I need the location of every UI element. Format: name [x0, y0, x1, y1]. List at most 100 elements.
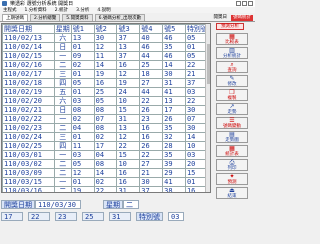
tab-overview[interactable]: 2.分析總覽 [30, 14, 61, 21]
cell-number[interactable]: 32 [162, 132, 186, 142]
cell-number[interactable]: 07 [93, 114, 118, 124]
cell-weekday[interactable]: 一 [53, 150, 72, 160]
detail-number-1[interactable]: 17 [1, 212, 23, 221]
tab-last-numbers[interactable]: 上期號碼 [2, 14, 28, 21]
cell-number[interactable]: 02 [70, 60, 95, 70]
cell-number[interactable]: 35 [162, 123, 186, 133]
menu-item-main[interactable]: 主程式 [3, 7, 17, 13]
cell-date[interactable]: 110/02/15 [2, 51, 55, 61]
cell-number[interactable]: 13 [162, 96, 186, 106]
cell-date[interactable]: 110/02/13 [2, 33, 55, 43]
table-row[interactable]: 110/02/16 二 02 14 16 25 14 22 [2, 60, 210, 70]
cell-number[interactable]: 29 [162, 168, 186, 178]
menu-item-analysis[interactable]: 3.分析 [76, 7, 89, 13]
cell-date[interactable]: 110/02/25 [2, 141, 55, 151]
cell-number[interactable]: 21 [139, 168, 164, 178]
cell-number[interactable]: 13 [116, 42, 141, 52]
table-row[interactable]: 110/02/17 三 01 19 12 18 30 21 [2, 69, 210, 79]
detail-number-5[interactable]: 31 [109, 212, 131, 221]
cell-date[interactable]: 110/02/18 [2, 78, 55, 88]
cell-weekday[interactable]: 四 [53, 141, 72, 151]
cell-date[interactable]: 110/02/14 [2, 42, 55, 52]
table-row[interactable]: 110/02/15 一 09 11 37 44 46 05 [2, 51, 210, 61]
table-row[interactable]: 110/02/22 一 02 07 31 23 26 07 [2, 114, 210, 124]
cell-number[interactable]: 15 [116, 105, 141, 115]
cell-number[interactable]: 37 [116, 51, 141, 61]
side-button-3[interactable]: ✎ 修改 [216, 75, 248, 87]
cell-number[interactable]: 25 [139, 60, 164, 70]
cell-number[interactable]: 08 [93, 105, 118, 115]
table-row[interactable]: 110/02/19 五 01 25 24 44 41 03 [2, 87, 210, 97]
col-header-n2[interactable]: 號2 [93, 24, 118, 34]
cell-number[interactable]: 19 [116, 78, 141, 88]
cell-number[interactable]: 05 [70, 78, 95, 88]
draw-history-grid[interactable]: 開獎日期 星期 號1 號2 號3 號4 號5 特別號 110/02/13 六 13 3… [1, 23, 211, 193]
side-button-9[interactable]: ⎙ 列印 [216, 159, 248, 171]
cell-number[interactable]: 30 [139, 177, 164, 187]
cell-number[interactable]: 35 [162, 150, 186, 160]
col-header-date[interactable]: 開獎日期 [2, 24, 55, 34]
cell-number[interactable]: 05 [93, 96, 118, 106]
cell-number[interactable]: 44 [139, 51, 164, 61]
minimize-icon[interactable] [236, 1, 241, 6]
cell-number[interactable]: 22 [93, 186, 118, 192]
cell-number[interactable]: 16 [116, 177, 141, 187]
table-row[interactable]: 110/02/24 三 01 02 12 16 32 14 [2, 132, 210, 142]
col-header-n3[interactable]: 號3 [116, 24, 141, 34]
detail-number-3[interactable]: 23 [55, 212, 77, 221]
cell-number[interactable]: 41 [162, 177, 186, 187]
cell-weekday[interactable]: 二 [53, 168, 72, 178]
cell-number[interactable]: 16 [116, 60, 141, 70]
cell-weekday[interactable]: 日 [53, 42, 72, 52]
cell-number[interactable]: 46 [162, 33, 186, 43]
cell-date[interactable]: 110/02/21 [2, 105, 55, 115]
cell-weekday[interactable]: 三 [53, 69, 72, 79]
table-row[interactable]: 110/02/14 日 01 12 13 46 35 01 [2, 42, 210, 52]
table-row[interactable]: 110/02/21 日 08 08 15 26 17 30 [2, 105, 210, 115]
cell-number[interactable]: 18 [139, 69, 164, 79]
cell-weekday[interactable]: 四 [53, 78, 72, 88]
table-row[interactable]: 110/02/13 六 13 30 37 40 46 05 [2, 33, 210, 43]
cell-weekday[interactable]: 二 [53, 123, 72, 133]
side-button-7[interactable]: ▤ 走勢圖 [216, 131, 248, 143]
cell-weekday[interactable]: 二 [53, 186, 72, 192]
cell-number[interactable]: 04 [93, 150, 118, 160]
cell-number[interactable]: 01 [70, 42, 95, 52]
side-button-11[interactable]: ⏏ 結束 [216, 187, 248, 199]
cell-number[interactable]: 31 [116, 114, 141, 124]
cell-date[interactable]: 110/03/02 [2, 159, 55, 169]
scrollbar-thumb[interactable] [207, 44, 210, 84]
col-header-weekday[interactable]: 星期 [53, 24, 72, 34]
cell-date[interactable]: 110/03/01 [2, 150, 55, 160]
cell-number[interactable]: 19 [93, 69, 118, 79]
menu-item-help[interactable]: 4.說明 [97, 7, 110, 13]
cell-date[interactable]: 110/02/23 [2, 123, 55, 133]
cell-number[interactable]: 19 [70, 186, 95, 192]
table-row[interactable]: 110/02/23 二 04 08 13 16 35 30 [2, 123, 210, 133]
cell-weekday[interactable]: 日 [53, 105, 72, 115]
cell-number[interactable]: 16 [116, 168, 141, 178]
cell-weekday[interactable]: 六 [53, 33, 72, 43]
cell-date[interactable]: 110/02/16 [2, 60, 55, 70]
cell-number[interactable]: 08 [70, 105, 95, 115]
cell-number[interactable]: 37 [139, 186, 164, 192]
cell-number[interactable]: 02 [93, 132, 118, 142]
cell-number[interactable]: 13 [70, 33, 95, 43]
cell-number[interactable]: 09 [70, 51, 95, 61]
cell-number[interactable]: 26 [139, 105, 164, 115]
cell-number[interactable]: 35 [162, 42, 186, 52]
side-button-6[interactable]: ☰ 號碼變動 [216, 117, 248, 129]
cell-weekday[interactable]: 五 [53, 87, 72, 97]
side-button-1[interactable]: ▥ 分析統計 [216, 47, 248, 59]
cell-number[interactable]: 11 [93, 51, 118, 61]
cell-weekday[interactable]: 三 [53, 132, 72, 142]
menu-item-stats[interactable]: 2.統計 [55, 7, 68, 13]
table-row[interactable]: 110/03/02 二 05 08 10 27 39 20 [2, 159, 210, 169]
cell-number[interactable]: 16 [93, 78, 118, 88]
side-button-8[interactable]: ▦ 統計表 [216, 145, 248, 157]
cell-number[interactable]: 15 [116, 150, 141, 160]
cell-date[interactable]: 110/02/20 [2, 96, 55, 106]
table-row[interactable]: 110/02/18 四 05 16 19 27 31 37 [2, 78, 210, 88]
cell-number[interactable]: 38 [162, 186, 186, 192]
table-row[interactable]: 110/03/15 一 01 02 16 30 41 01 [2, 177, 210, 187]
